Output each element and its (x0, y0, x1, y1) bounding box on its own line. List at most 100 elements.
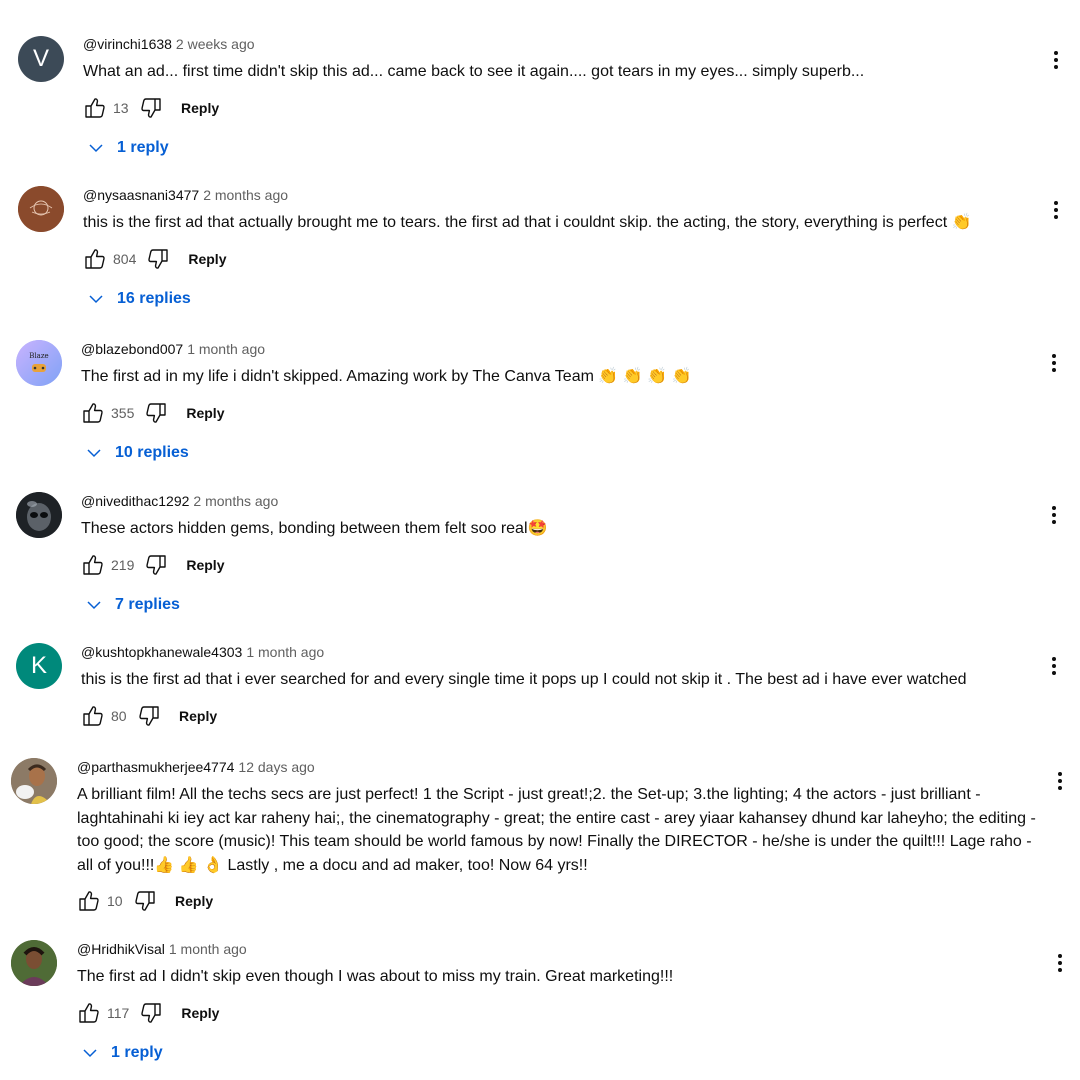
chevron-down-icon (85, 444, 103, 462)
avatar-image (16, 340, 62, 386)
comment-thread: Blaze @blazebond007 1 month ago The first… (0, 339, 1080, 469)
like-count: 13 (113, 99, 129, 116)
reply-button[interactable]: Reply (186, 405, 224, 421)
comment-header: @parthasmukherjee4774 12 days ago (77, 757, 1040, 777)
comment-thread: @parthasmukherjee4774 12 days ago A brill… (0, 757, 1080, 917)
view-replies-button[interactable]: 1 reply (87, 136, 1040, 160)
view-replies-button[interactable]: 7 replies (85, 593, 1040, 617)
comment-time[interactable]: 2 months ago (203, 187, 288, 203)
comment-body: @nivedithac1292 2 months ago These actors… (81, 491, 1040, 617)
thumbs-down-icon[interactable] (133, 889, 157, 913)
thumbs-down-icon[interactable] (139, 1001, 163, 1025)
replies-label: 7 replies (115, 595, 180, 613)
like-count: 10 (107, 893, 123, 909)
comment-text: A brilliant film! All the techs secs are… (77, 786, 1036, 874)
comment-time[interactable]: 1 month ago (246, 644, 324, 660)
comment-body: @HridhikVisal 1 month ago The first ad I … (77, 939, 1040, 1065)
more-vert-icon[interactable] (1042, 654, 1066, 678)
comment-time[interactable]: 1 month ago (187, 341, 265, 357)
replies-label: 16 replies (117, 289, 191, 307)
reply-button[interactable]: Reply (188, 251, 226, 267)
reply-button[interactable]: Reply (179, 708, 217, 724)
chevron-down-icon (87, 139, 105, 157)
avatar-image (11, 940, 57, 986)
avatar[interactable] (11, 758, 57, 804)
author-handle[interactable]: @virinchi1638 (83, 36, 172, 52)
comment-time[interactable]: 12 days ago (238, 759, 314, 775)
comment-text: The first ad in my life i didn't skipped… (81, 368, 692, 385)
comment-actions: 80 Reply (81, 704, 1040, 728)
like-count: 80 (111, 707, 127, 724)
comment-thread: @HridhikVisal 1 month ago The first ad I … (0, 939, 1080, 1069)
avatar[interactable]: V (18, 36, 64, 82)
comment-header: @blazebond007 1 month ago (81, 339, 1040, 359)
comment-header: @nivedithac1292 2 months ago (81, 491, 1040, 511)
reply-button[interactable]: Reply (181, 100, 219, 116)
view-replies-button[interactable]: 1 reply (81, 1041, 1040, 1065)
comment-body: @kushtopkhanewale4303 1 month ago this is… (81, 642, 1040, 728)
comment-thread: @nysaasnani3477 2 months ago this is the … (0, 185, 1080, 315)
more-vert-icon[interactable] (1042, 351, 1066, 375)
avatar-letter: K (30, 652, 47, 679)
comment-time[interactable]: 1 month ago (169, 941, 247, 957)
thumbs-up-icon[interactable] (77, 1001, 101, 1025)
comment-text: this is the first ad that actually broug… (83, 214, 972, 231)
author-handle[interactable]: @nivedithac1292 (81, 493, 189, 509)
thumbs-down-icon[interactable] (137, 704, 161, 728)
replies-label: 1 reply (117, 138, 169, 156)
thumbs-up-icon[interactable] (83, 247, 107, 271)
like-count: 804 (113, 250, 137, 267)
comment-body: @blazebond007 1 month ago The first ad in… (81, 339, 1040, 465)
comment-actions: 10 Reply (77, 889, 1040, 913)
avatar[interactable]: Blaze (16, 340, 62, 386)
comment-header: @kushtopkhanewale4303 1 month ago (81, 642, 1040, 662)
author-handle[interactable]: @kushtopkhanewale4303 (81, 644, 242, 660)
comment-text: What an ad... first time didn't skip thi… (83, 63, 865, 80)
thumbs-down-icon[interactable] (144, 401, 168, 425)
thumbs-down-icon[interactable] (139, 96, 163, 120)
view-replies-button[interactable]: 16 replies (87, 287, 1040, 311)
view-replies-button[interactable]: 10 replies (85, 441, 1040, 465)
replies-label: 1 reply (111, 1043, 163, 1061)
more-vert-icon[interactable] (1048, 951, 1072, 975)
comment-time[interactable]: 2 weeks ago (176, 36, 255, 52)
comment-actions: 219 Reply (81, 553, 1040, 577)
avatar[interactable]: K (16, 643, 62, 689)
comment-actions: 804 Reply (83, 247, 1040, 271)
author-handle[interactable]: @parthasmukherjee4774 (77, 759, 234, 775)
avatar-letter: V (32, 45, 49, 72)
avatar[interactable] (16, 492, 62, 538)
thumbs-up-icon[interactable] (81, 704, 105, 728)
avatar[interactable] (18, 186, 64, 232)
comment-text: The first ad I didn't skip even though I… (77, 968, 674, 985)
like-count: 117 (107, 1004, 130, 1021)
avatar-label: Blaze (29, 352, 49, 360)
comment-body: @parthasmukherjee4774 12 days ago A brill… (77, 757, 1040, 913)
comment-body: @nysaasnani3477 2 months ago this is the … (83, 185, 1040, 311)
thumbs-down-icon[interactable] (144, 553, 168, 577)
more-vert-icon[interactable] (1048, 769, 1072, 793)
avatar-image (18, 186, 64, 232)
thumbs-up-icon[interactable] (83, 96, 107, 120)
comment-text: These actors hidden gems, bonding betwee… (81, 520, 548, 537)
reply-button[interactable]: Reply (186, 557, 224, 573)
thumbs-up-icon[interactable] (81, 401, 105, 425)
comment-actions: 355 Reply (81, 401, 1040, 425)
more-vert-icon[interactable] (1042, 503, 1066, 527)
reply-button[interactable]: Reply (175, 893, 213, 909)
reply-button[interactable]: Reply (181, 1005, 219, 1021)
thumbs-up-icon[interactable] (81, 553, 105, 577)
author-handle[interactable]: @blazebond007 (81, 341, 183, 357)
thumbs-up-icon[interactable] (77, 889, 101, 913)
more-vert-icon[interactable] (1044, 198, 1068, 222)
comment-thread: K @kushtopkhanewale4303 1 month ago this … (0, 642, 1080, 732)
author-handle[interactable]: @nysaasnani3477 (83, 187, 199, 203)
more-vert-icon[interactable] (1044, 48, 1068, 72)
comment-text: this is the first ad that i ever searche… (81, 671, 967, 688)
avatar[interactable] (11, 940, 57, 986)
comment-time[interactable]: 2 months ago (193, 493, 278, 509)
thumbs-down-icon[interactable] (146, 247, 170, 271)
replies-label: 10 replies (115, 443, 189, 461)
author-handle[interactable]: @HridhikVisal (77, 941, 165, 957)
chevron-down-icon (85, 596, 103, 614)
